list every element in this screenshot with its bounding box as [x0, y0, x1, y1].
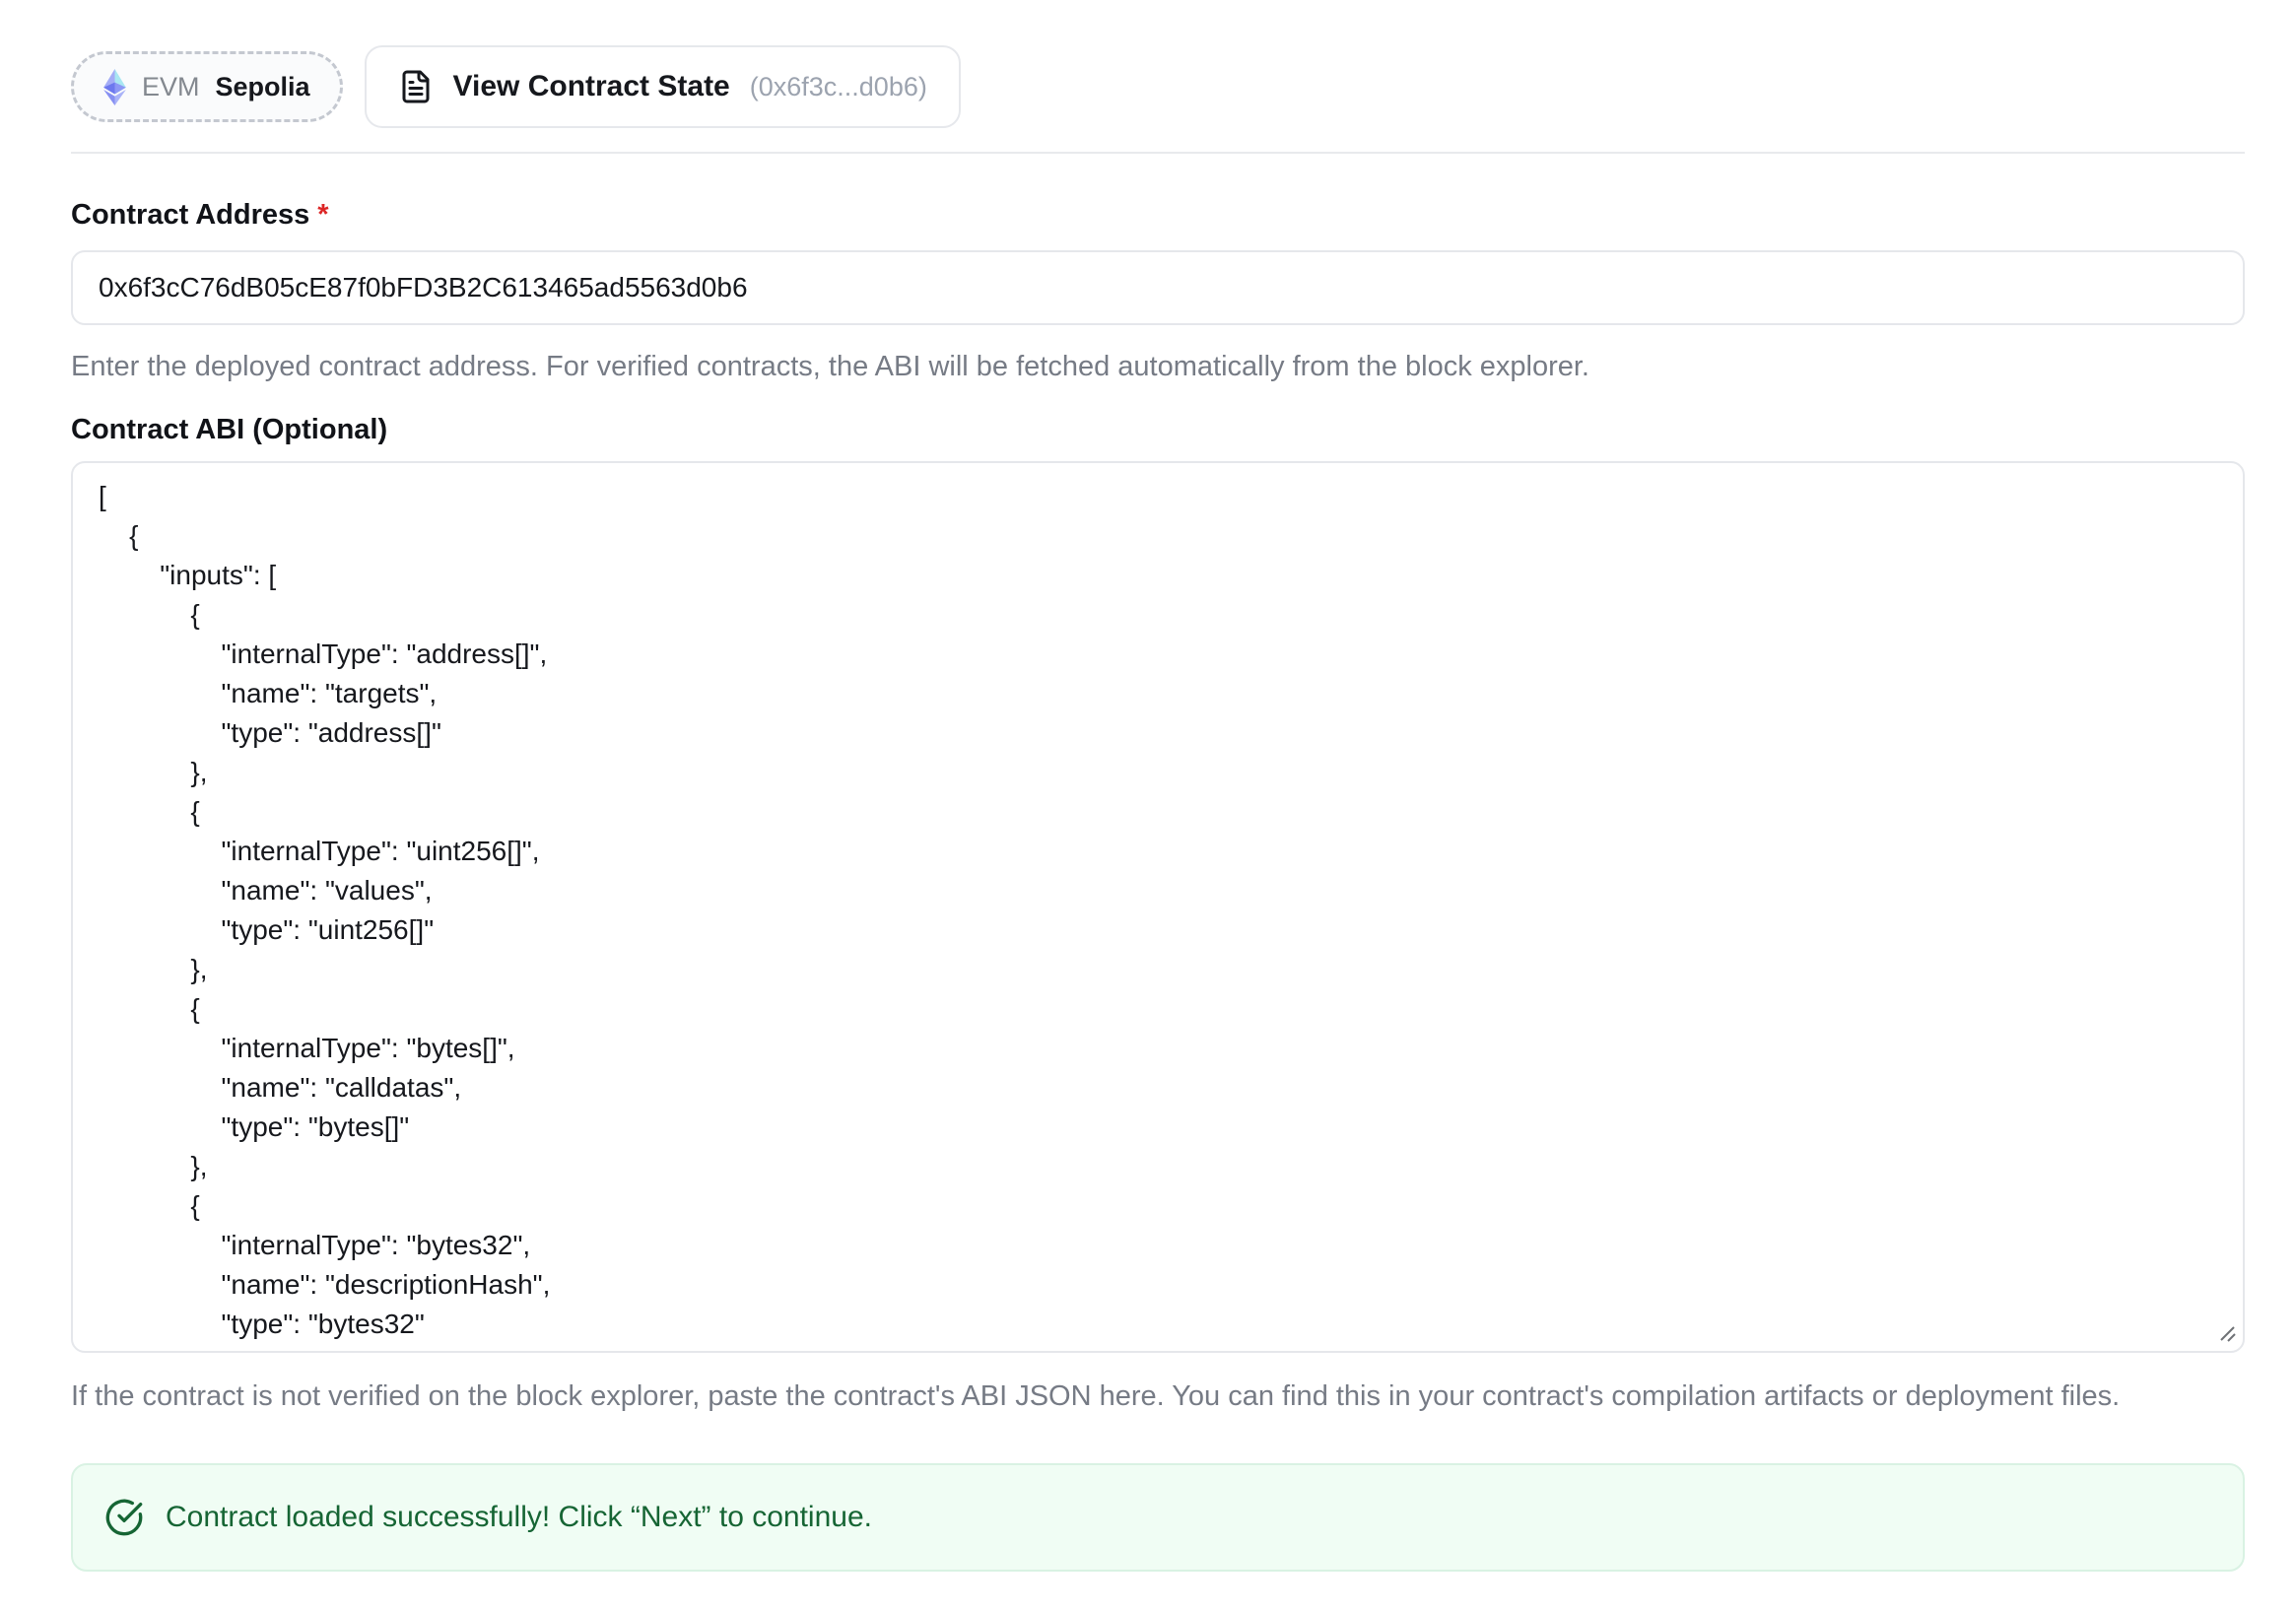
- network-name: Sepolia: [216, 72, 310, 102]
- file-text-icon: [398, 69, 434, 104]
- contract-abi-textarea-wrap: [ { "inputs": [ { "internalType": "addre…: [71, 461, 2245, 1353]
- contract-abi-hint: If the contract is not verified on the b…: [71, 1378, 2245, 1414]
- ethereum-icon: [103, 69, 126, 105]
- contract-address-label: Contract Address*: [71, 197, 2245, 233]
- contract-form-page: EVM Sepolia View Contract State (0x6f3c.…: [0, 0, 2296, 1572]
- view-contract-state-label: View Contract State: [453, 70, 730, 103]
- contract-address-input[interactable]: [71, 250, 2245, 325]
- contract-abi-label: Contract ABI (Optional): [71, 412, 2245, 447]
- header-badges-row: EVM Sepolia View Contract State (0x6f3c.…: [71, 45, 2245, 128]
- network-badge[interactable]: EVM Sepolia: [71, 51, 343, 122]
- success-alert: Contract loaded successfully! Click “Nex…: [71, 1463, 2245, 1572]
- success-message: Contract loaded successfully! Click “Nex…: [166, 1501, 872, 1534]
- required-marker: *: [317, 199, 328, 231]
- contract-short-address: (0x6f3c...d0b6): [750, 72, 927, 102]
- divider: [71, 152, 2245, 154]
- contract-abi-textarea[interactable]: [ { "inputs": [ { "internalType": "addre…: [71, 461, 2245, 1353]
- view-contract-state-button[interactable]: View Contract State (0x6f3c...d0b6): [365, 45, 961, 128]
- circle-check-icon: [104, 1498, 144, 1537]
- network-chain-type: EVM: [142, 72, 200, 102]
- contract-address-hint: Enter the deployed contract address. For…: [71, 349, 2245, 384]
